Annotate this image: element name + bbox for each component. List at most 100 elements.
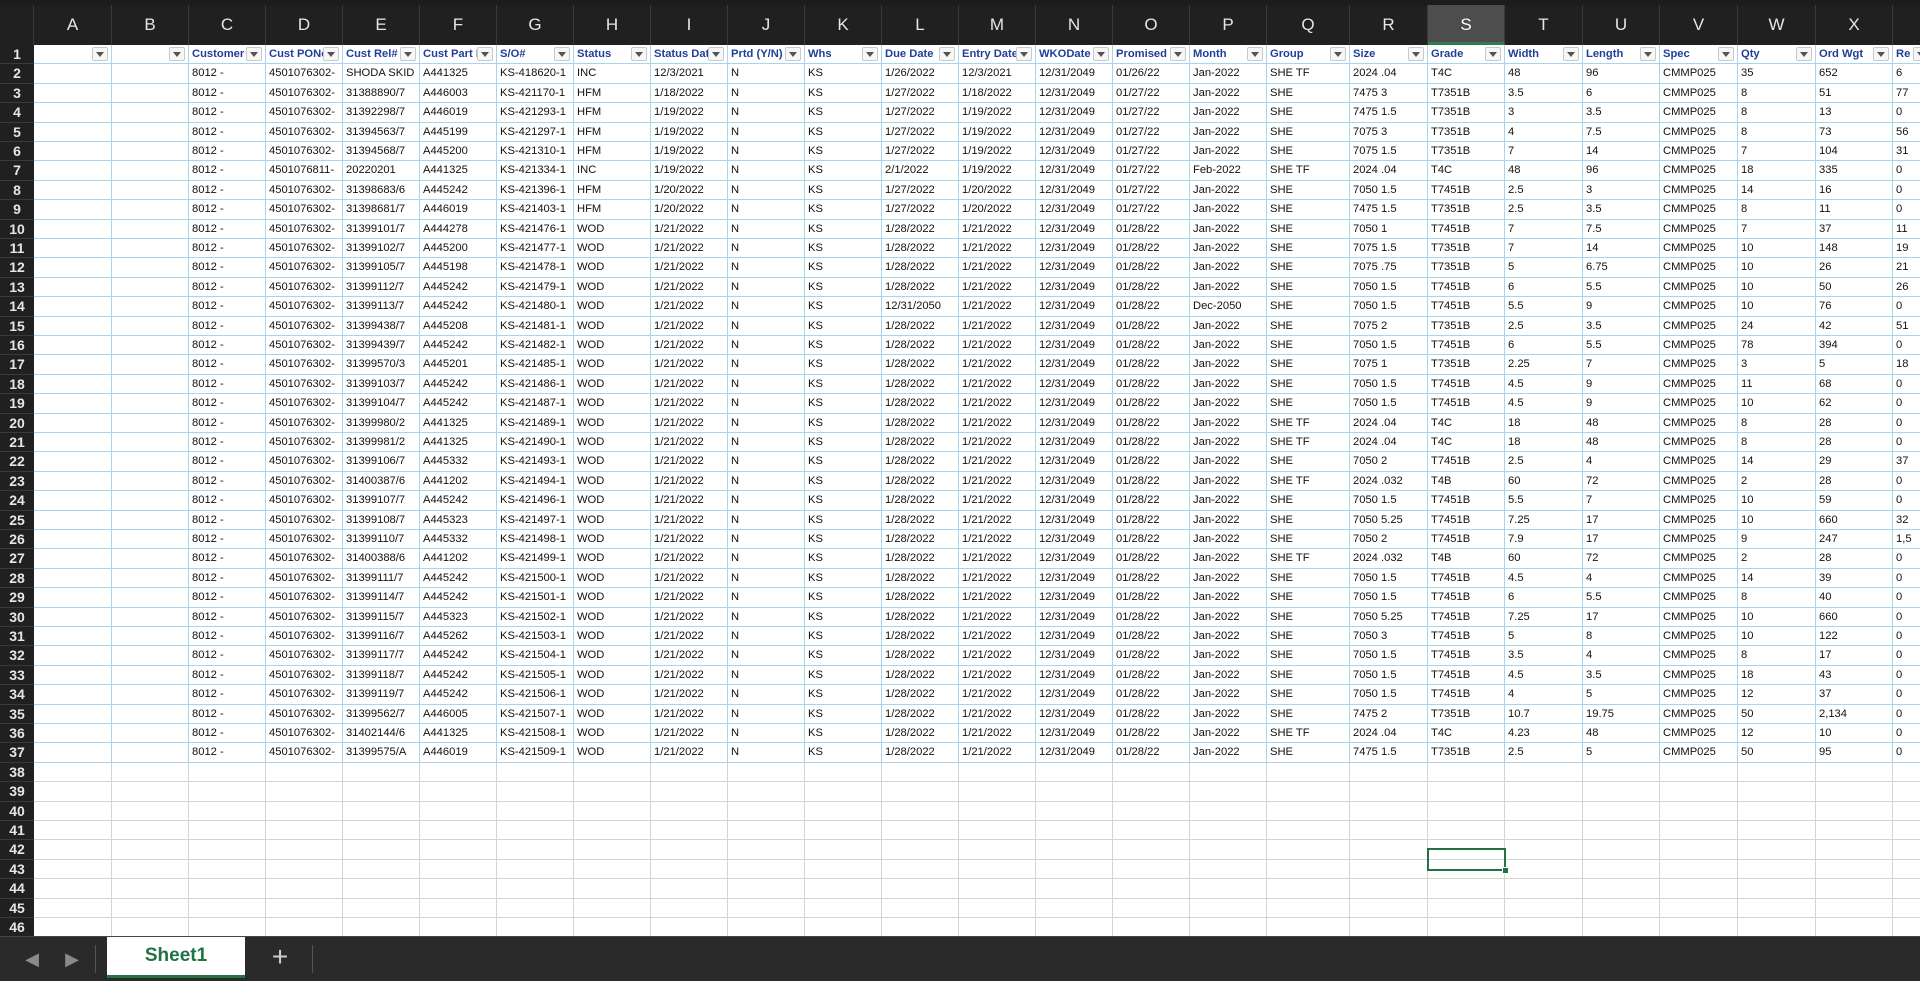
table-cell[interactable]: T7451B (1428, 665, 1505, 686)
table-cell[interactable] (112, 200, 189, 220)
row-header[interactable]: 2 (0, 64, 34, 84)
table-cell[interactable]: 4 (1583, 452, 1660, 472)
table-cell[interactable] (34, 840, 112, 860)
table-cell[interactable] (651, 801, 728, 821)
table-cell[interactable]: Jan-2022 (1190, 568, 1267, 589)
table-cell[interactable]: 10 (1738, 627, 1816, 647)
table-cell[interactable]: 8012 - (189, 297, 266, 317)
table-cell[interactable]: SHE TF (1267, 724, 1350, 744)
table-cell[interactable]: T7451B (1428, 685, 1505, 705)
table-cell[interactable]: Jan-2022 (1190, 374, 1267, 395)
table-cell[interactable]: N (728, 530, 805, 550)
table-cell[interactable]: 01/28/22 (1113, 549, 1190, 569)
table-cell[interactable]: 7050 1.5 (1350, 336, 1428, 356)
table-cell[interactable]: 8 (1738, 122, 1816, 142)
table-cell[interactable] (34, 704, 112, 724)
table-cell[interactable]: 2/1/2022 (882, 161, 959, 181)
table-cell[interactable]: 1/21/2022 (651, 491, 728, 511)
table-cell[interactable]: A446019 (420, 103, 497, 123)
table-cell[interactable]: A445199 (420, 122, 497, 142)
table-cell[interactable] (882, 801, 959, 821)
table-cell[interactable] (959, 879, 1036, 899)
next-sheet-icon[interactable]: ▶ (60, 947, 84, 971)
table-cell[interactable]: 8012 - (189, 219, 266, 239)
table-cell[interactable]: KS-421493-1 (497, 452, 574, 472)
table-cell[interactable]: 21 (1893, 258, 1920, 278)
row-header[interactable]: 26 (0, 530, 34, 550)
table-cell[interactable]: 12/31/2049 (1036, 83, 1113, 104)
table-cell[interactable]: T7351B (1428, 103, 1505, 123)
table-cell[interactable]: 14 (1583, 239, 1660, 259)
table-cell[interactable]: A445242 (420, 277, 497, 298)
table-cell[interactable]: SHE (1267, 316, 1350, 336)
table-cell[interactable]: KS (805, 297, 882, 317)
table-cell[interactable] (420, 801, 497, 821)
table-cell[interactable]: 4501076302- (266, 743, 343, 763)
table-cell[interactable]: 8012 - (189, 277, 266, 298)
add-sheet-icon[interactable]: + (262, 941, 298, 975)
table-cell[interactable]: 7475 1.5 (1350, 103, 1428, 123)
table-cell[interactable]: WOD (574, 743, 651, 763)
table-cell[interactable]: CMMP025 (1660, 161, 1738, 181)
table-cell[interactable]: 37 (1816, 219, 1893, 239)
table-cell[interactable] (1113, 879, 1190, 899)
table-cell[interactable] (266, 898, 343, 918)
table-cell[interactable]: 4501076302- (266, 142, 343, 162)
filter-dropdown-icon[interactable] (1485, 47, 1501, 61)
table-cell[interactable]: A446019 (420, 200, 497, 220)
table-cell[interactable]: 12/31/2049 (1036, 549, 1113, 569)
table-cell[interactable]: 12/31/2049 (1036, 665, 1113, 686)
table-cell[interactable] (420, 821, 497, 841)
table-cell[interactable]: 0 (1893, 569, 1920, 589)
table-cell[interactable]: Jan-2022 (1190, 530, 1267, 550)
table-cell[interactable]: SHE (1267, 452, 1350, 472)
filter-dropdown-icon[interactable] (1247, 47, 1263, 61)
table-cell[interactable]: 7 (1738, 219, 1816, 239)
table-cell[interactable]: KS-421489-1 (497, 413, 574, 433)
table-cell[interactable]: 11 (1893, 220, 1920, 239)
table-cell[interactable]: KS-421486-1 (497, 374, 574, 395)
table-cell[interactable]: SHE (1267, 142, 1350, 162)
row-header[interactable]: 10 (0, 219, 34, 239)
column-header-e[interactable]: E (343, 5, 420, 45)
table-cell[interactable]: 8012 - (189, 568, 266, 589)
table-cell[interactable]: WOD (574, 239, 651, 259)
table-cell[interactable]: 2024 .04 (1350, 433, 1428, 453)
table-cell[interactable]: N (728, 239, 805, 259)
table-cell[interactable] (1660, 782, 1738, 802)
table-cell[interactable]: 7050 1.5 (1350, 297, 1428, 317)
table-cell[interactable] (1190, 879, 1267, 899)
table-cell[interactable]: Jan-2022 (1190, 83, 1267, 104)
table-cell[interactable]: KS (805, 239, 882, 259)
table-cell[interactable] (112, 219, 189, 239)
table-cell[interactable]: T7351B (1428, 355, 1505, 375)
table-cell[interactable] (112, 840, 189, 860)
table-cell[interactable] (34, 413, 112, 433)
table-cell[interactable]: SHE (1267, 219, 1350, 239)
table-cell[interactable] (1113, 762, 1190, 783)
table-cell[interactable]: T7351B (1428, 743, 1505, 763)
table-cell[interactable] (728, 879, 805, 899)
table-cell[interactable] (1350, 782, 1428, 802)
table-cell[interactable]: Jan-2022 (1190, 549, 1267, 569)
table-cell[interactable]: 4501076302- (266, 704, 343, 724)
table-cell[interactable]: 10 (1738, 510, 1816, 530)
table-cell[interactable]: KS-421480-1 (497, 297, 574, 317)
row-header[interactable]: 25 (0, 510, 34, 530)
table-cell[interactable]: 01/28/22 (1113, 258, 1190, 278)
table-cell[interactable]: CMMP025 (1660, 588, 1738, 608)
table-cell[interactable]: 5 (1505, 627, 1583, 647)
table-cell[interactable]: WOD (574, 394, 651, 414)
table-cell[interactable]: 4.5 (1505, 665, 1583, 686)
table-cell[interactable]: SHE (1267, 83, 1350, 104)
table-cell[interactable]: 8 (1738, 413, 1816, 433)
sheet-tab-sheet1[interactable]: Sheet1 (107, 937, 245, 978)
table-cell[interactable]: 8012 - (189, 161, 266, 181)
table-cell[interactable]: 0 (1893, 549, 1920, 569)
table-cell[interactable] (189, 840, 266, 860)
table-cell[interactable]: HFM (574, 103, 651, 123)
table-cell[interactable]: 8012 - (189, 239, 266, 259)
table-cell[interactable]: 4501076302- (266, 374, 343, 395)
table-cell[interactable]: 56 (1893, 123, 1920, 142)
table-cell[interactable]: 1/27/2022 (882, 122, 959, 142)
